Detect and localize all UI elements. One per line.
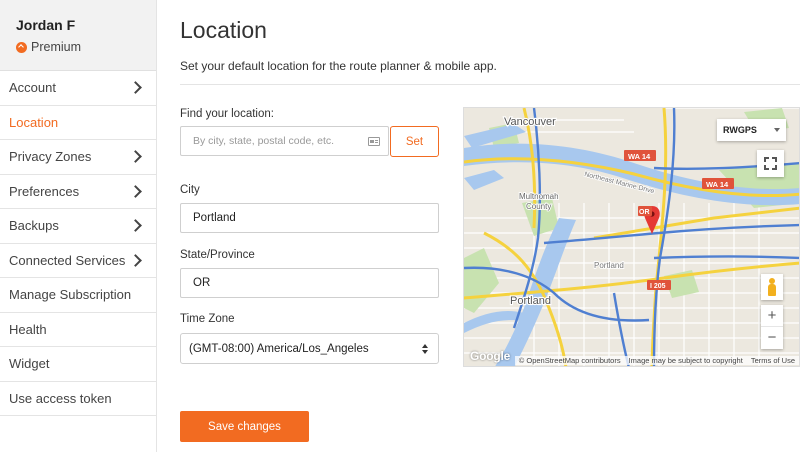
city-value: Portland — [193, 212, 236, 224]
map-footer: © OpenStreetMap contributors Image may b… — [464, 354, 799, 366]
state-value: OR — [193, 277, 211, 289]
sidebar-item-label: Backups — [9, 218, 59, 234]
timezone-select[interactable]: (GMT-08:00) America/Los_Angeles — [180, 333, 439, 364]
zoom-control: + − — [761, 305, 783, 349]
sidebar-item-privacy-zones[interactable]: Privacy Zones — [0, 140, 156, 175]
chevron-right-icon — [129, 184, 142, 198]
zoom-in-button[interactable]: + — [761, 305, 783, 327]
save-changes-button[interactable]: Save changes — [180, 411, 309, 442]
sidebar-item-label: Use access token — [9, 390, 112, 406]
chevron-down-icon — [774, 128, 780, 132]
map-label-vancouver: Vancouver — [504, 116, 556, 128]
map-label-portland: Portland — [510, 295, 551, 307]
sidebar: Jordan F Premium Account Location Privac… — [0, 0, 157, 452]
zoom-out-button[interactable]: − — [761, 327, 783, 349]
user-box: Jordan F Premium — [0, 0, 156, 71]
sidebar-item-label: Preferences — [9, 183, 80, 199]
select-arrows-icon — [422, 343, 428, 354]
map-canvas: Vancouver Multnomah County Portland Port… — [464, 108, 799, 366]
premium-badge: Premium — [16, 40, 156, 54]
divider — [180, 84, 800, 85]
street-view-pegman-icon[interactable] — [761, 274, 783, 300]
sidebar-item-health[interactable]: Health — [0, 313, 156, 347]
premium-icon — [16, 41, 27, 53]
find-location-label: Find your location: — [180, 108, 274, 120]
timezone-value: (GMT-08:00) America/Los_Angeles — [189, 342, 369, 355]
map-label-portland-small: Portland — [594, 261, 624, 270]
map-type-select[interactable]: RWGPS — [717, 119, 786, 141]
find-location-input[interactable]: By city, state, postal code, etc. — [180, 126, 389, 156]
map-label-wa14-b: WA 14 — [706, 180, 729, 189]
location-map[interactable]: Vancouver Multnomah County Portland Port… — [463, 107, 800, 367]
set-button[interactable]: Set — [390, 126, 439, 157]
premium-label: Premium — [31, 40, 82, 54]
sidebar-item-account[interactable]: Account — [0, 71, 156, 106]
chevron-right-icon — [129, 253, 142, 267]
state-input[interactable]: OR — [180, 268, 439, 298]
terms-of-use-link[interactable]: Terms of Use — [746, 355, 799, 365]
address-card-icon — [368, 137, 380, 146]
sidebar-item-manage-subscription[interactable]: Manage Subscription — [0, 278, 156, 313]
chevron-right-icon — [129, 150, 142, 164]
sidebar-item-label: Widget — [9, 356, 50, 372]
map-type-label: RWGPS — [723, 125, 757, 135]
map-label-wa14-a: WA 14 — [628, 152, 651, 161]
state-label: State/Province — [180, 249, 255, 261]
fullscreen-button[interactable] — [757, 150, 784, 177]
sidebar-item-label: Connected Services — [9, 252, 126, 268]
sidebar-item-location[interactable]: Location — [0, 106, 156, 140]
map-label-county: County — [526, 202, 551, 211]
map-label-i205: I 205 — [650, 283, 666, 290]
sidebar-item-use-access-token[interactable]: Use access token — [0, 382, 156, 416]
chevron-right-icon — [129, 81, 142, 95]
find-location-placeholder: By city, state, postal code, etc. — [193, 135, 335, 147]
page-title: Location — [180, 17, 267, 43]
sidebar-item-connected-services[interactable]: Connected Services — [0, 244, 156, 278]
city-label: City — [180, 184, 200, 196]
sidebar-item-label: Manage Subscription — [9, 287, 132, 303]
sidebar-item-label: Health — [9, 321, 47, 337]
sidebar-item-label: Privacy Zones — [9, 149, 92, 165]
map-disclaimer: Image may be subject to copyright — [624, 355, 747, 365]
map-label-or: OR — [639, 209, 650, 216]
sidebar-item-backups[interactable]: Backups — [0, 209, 156, 244]
sidebar-item-label: Location — [9, 114, 59, 130]
map-label-multnomah: Multnomah — [519, 192, 559, 201]
sidebar-item-label: Account — [9, 80, 56, 96]
timezone-label: Time Zone — [180, 313, 235, 325]
sidebar-item-widget[interactable]: Widget — [0, 347, 156, 382]
chevron-right-icon — [129, 219, 142, 233]
page-subtitle: Set your default location for the route … — [180, 59, 497, 73]
city-input[interactable]: Portland — [180, 203, 439, 233]
map-attribution: © OpenStreetMap contributors — [514, 355, 625, 365]
main-content: Location Set your default location for t… — [157, 0, 800, 452]
user-name: Jordan F — [16, 17, 76, 33]
sidebar-item-preferences[interactable]: Preferences — [0, 175, 156, 209]
